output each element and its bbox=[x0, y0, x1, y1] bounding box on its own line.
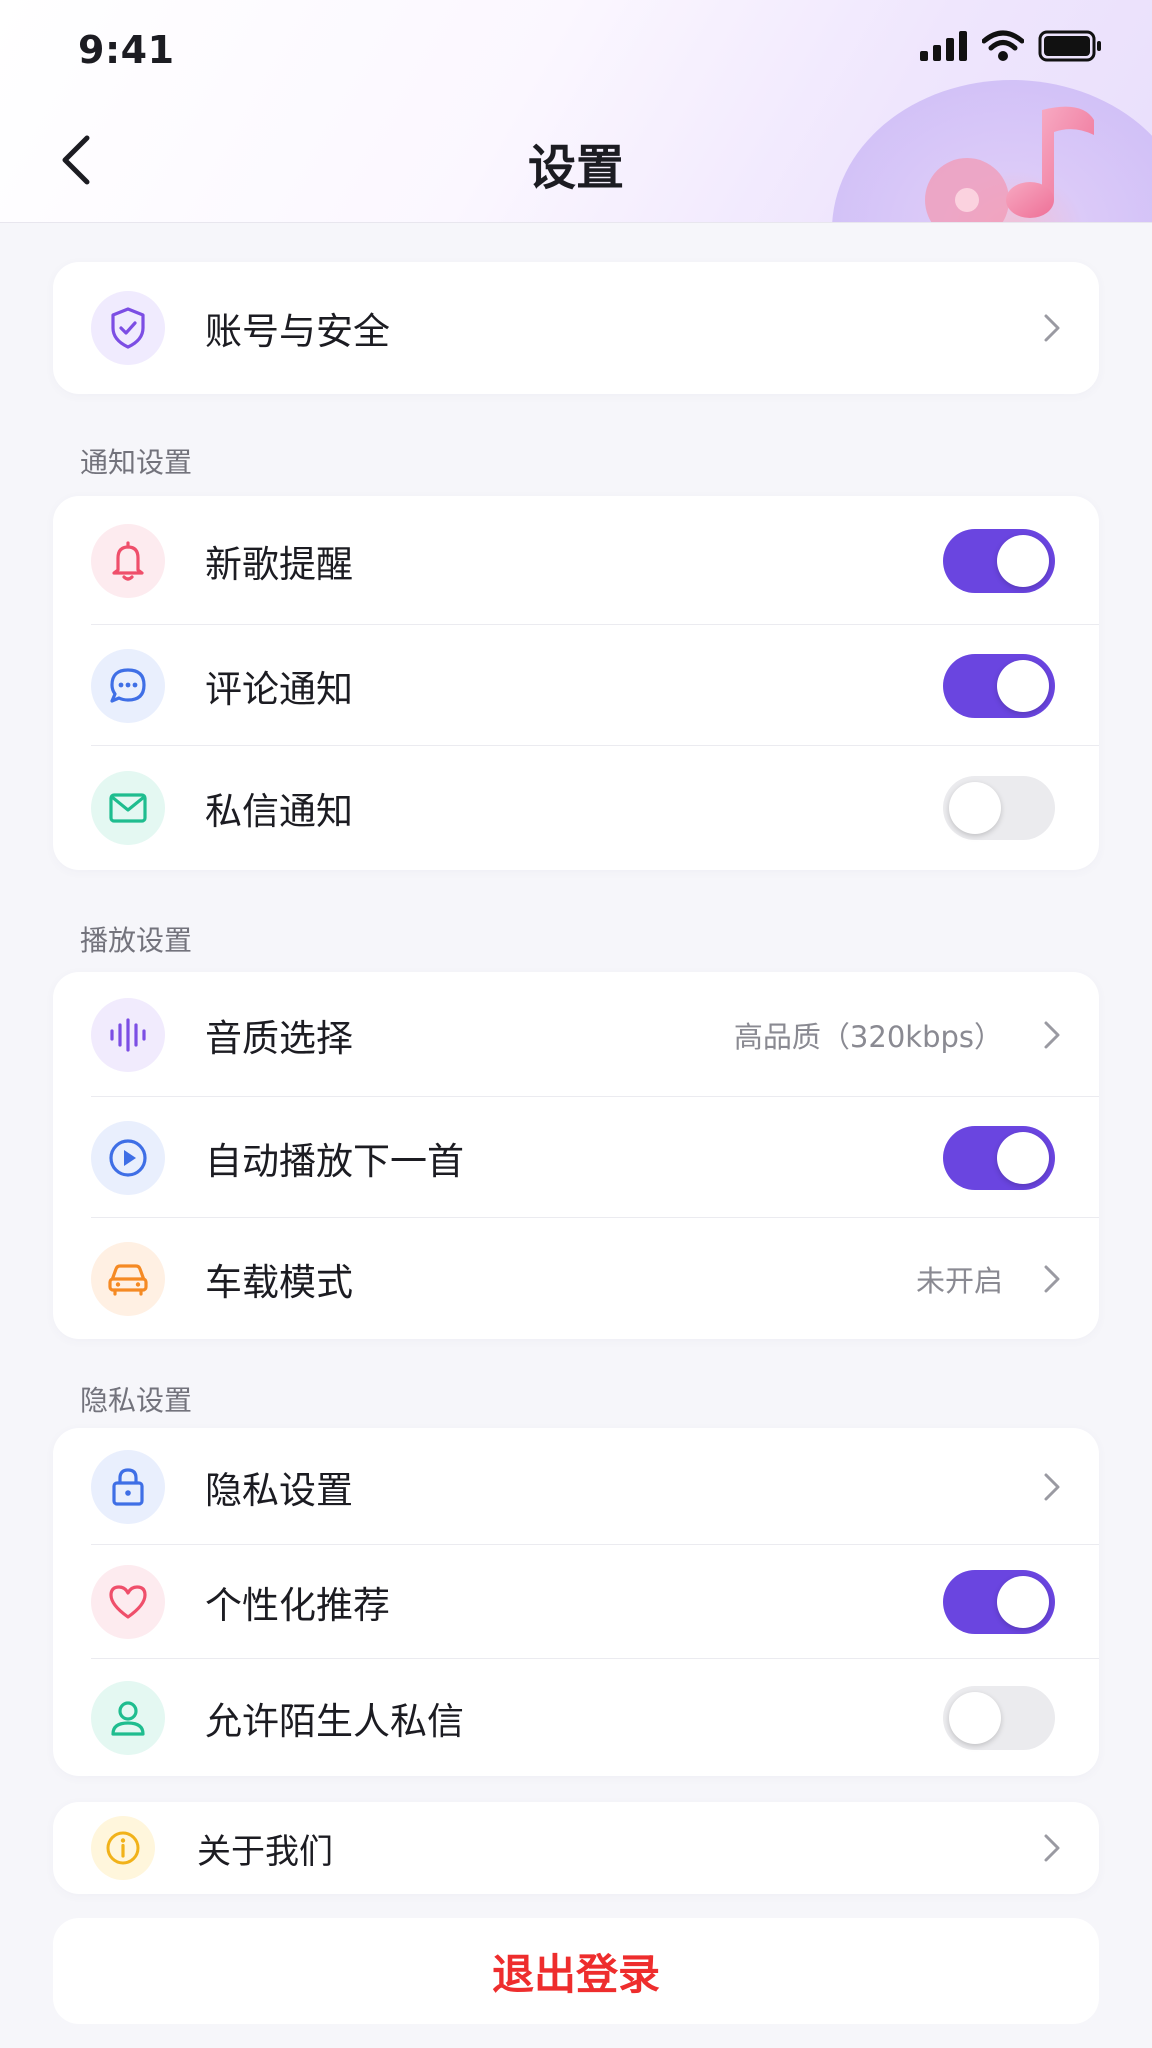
settings-row-autoplay: 自动播放下一首 bbox=[53, 1097, 1099, 1218]
chevron-right-icon bbox=[1043, 1472, 1061, 1502]
new-song-toggle[interactable] bbox=[943, 528, 1055, 593]
bell-icon bbox=[91, 523, 165, 598]
message-notify-toggle[interactable] bbox=[943, 776, 1055, 840]
header: 9:41 设置 bbox=[0, 0, 1152, 223]
stranger-message-toggle[interactable] bbox=[943, 1685, 1055, 1750]
chevron-right-icon bbox=[1043, 313, 1061, 343]
status-icons bbox=[920, 30, 1102, 62]
about-label: 关于我们 bbox=[197, 1831, 333, 1872]
about-card: 关于我们 bbox=[53, 1802, 1099, 1894]
settings-row-comment: 评论通知 bbox=[53, 625, 1099, 746]
comment-notify-toggle[interactable] bbox=[943, 653, 1055, 718]
section-title-privacy: 隐私设置 bbox=[80, 1384, 193, 1417]
comment-notify-label: 评论通知 bbox=[205, 667, 353, 711]
stranger-message-label: 允许陌生人私信 bbox=[205, 1699, 464, 1743]
sound-wave-icon bbox=[91, 997, 165, 1072]
autoplay-label: 自动播放下一首 bbox=[205, 1139, 464, 1183]
privacy-settings-row[interactable]: 隐私设置 bbox=[53, 1428, 1099, 1545]
car-mode-value: 未开启 bbox=[915, 1263, 1003, 1298]
shield-icon bbox=[91, 291, 165, 365]
car-mode-label: 车载模式 bbox=[205, 1260, 353, 1304]
notification-card: 新歌提醒 评论通知 私信通知 bbox=[53, 496, 1099, 870]
autoplay-toggle[interactable] bbox=[943, 1125, 1055, 1190]
chevron-right-icon bbox=[1043, 1833, 1061, 1863]
chevron-right-icon bbox=[1043, 1264, 1061, 1294]
settings-row-recommend: 个性化推荐 bbox=[53, 1545, 1099, 1659]
logout-button[interactable]: 退出登录 bbox=[53, 1918, 1099, 2024]
privacy-card: 隐私设置 个性化推荐 允许陌生人私信 bbox=[53, 1428, 1099, 1776]
message-notify-label: 私信通知 bbox=[205, 790, 353, 833]
account-security-row[interactable]: 账号与安全 bbox=[53, 262, 1099, 394]
section-title-notification: 通知设置 bbox=[80, 446, 193, 479]
recommend-label: 个性化推荐 bbox=[205, 1584, 390, 1627]
section-title-playback: 播放设置 bbox=[80, 924, 193, 957]
signal-icon bbox=[920, 31, 967, 61]
car-mode-row[interactable]: 车载模式 未开启 bbox=[53, 1218, 1099, 1339]
about-row[interactable]: 关于我们 bbox=[53, 1802, 1099, 1894]
heart-icon bbox=[91, 1565, 165, 1639]
user-icon bbox=[91, 1680, 165, 1755]
settings-row-stranger-message: 允许陌生人私信 bbox=[53, 1659, 1099, 1776]
account-card: 账号与安全 bbox=[53, 262, 1099, 394]
playback-card: 音质选择 高品质（320kbps） 自动播放下一首 车载模式 未开启 bbox=[53, 972, 1099, 1339]
play-icon bbox=[91, 1120, 165, 1195]
wifi-icon bbox=[982, 30, 1024, 61]
settings-row-new-song: 新歌提醒 bbox=[53, 496, 1099, 625]
chevron-right-icon bbox=[1043, 1020, 1061, 1050]
recommend-toggle[interactable] bbox=[943, 1570, 1055, 1634]
car-icon bbox=[91, 1241, 165, 1316]
status-time: 9:41 bbox=[78, 28, 175, 72]
page-title: 设置 bbox=[527, 140, 624, 196]
mail-icon bbox=[91, 771, 165, 845]
settings-row-message: 私信通知 bbox=[53, 746, 1099, 870]
account-security-label: 账号与安全 bbox=[205, 310, 390, 353]
sound-quality-value: 高品质（320kbps） bbox=[733, 1019, 1003, 1054]
sound-quality-label: 音质选择 bbox=[205, 1016, 353, 1060]
sound-quality-row[interactable]: 音质选择 高品质（320kbps） bbox=[53, 972, 1099, 1097]
battery-icon bbox=[1038, 30, 1101, 62]
privacy-settings-label: 隐私设置 bbox=[205, 1468, 353, 1512]
info-icon bbox=[91, 1816, 155, 1880]
lock-icon bbox=[91, 1449, 165, 1524]
new-song-label: 新歌提醒 bbox=[205, 542, 353, 586]
comment-icon bbox=[91, 648, 165, 723]
